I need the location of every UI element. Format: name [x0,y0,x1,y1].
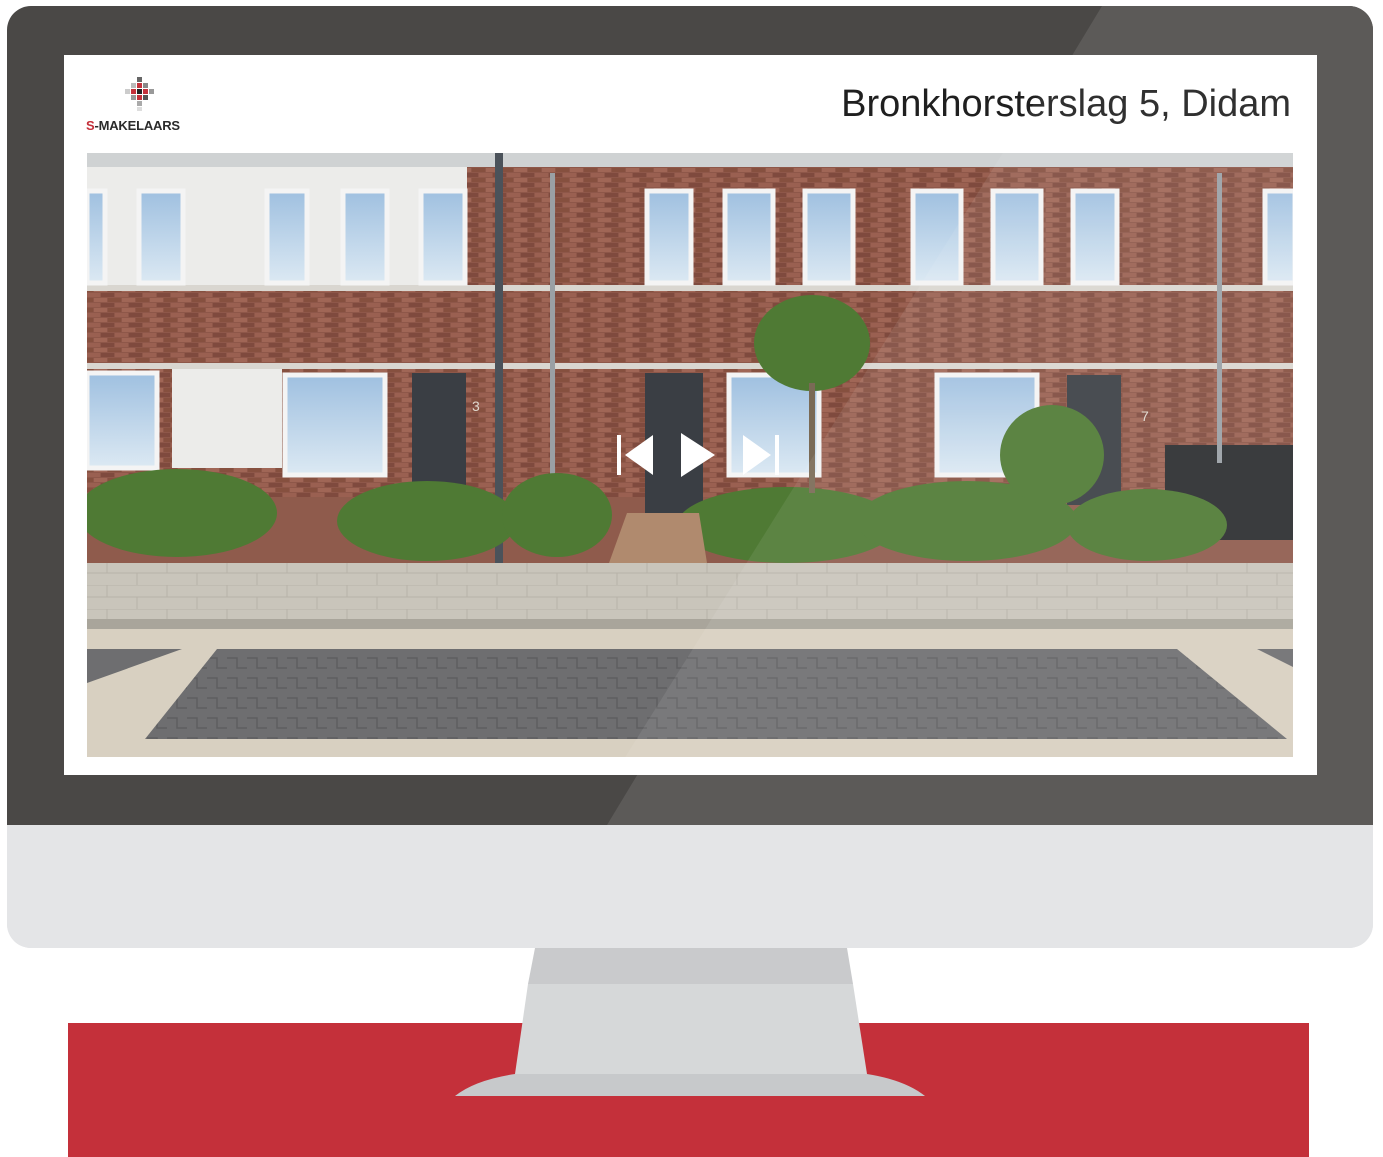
monitor-chin [7,825,1373,948]
monitor-stand [455,948,925,1096]
monitor-bezel: S-MAKELAARS Bronkhorsterslag 5, Didam 3 … [7,6,1373,825]
play-icon[interactable] [673,431,719,479]
logo-wordmark: S-MAKELAARS [86,118,180,133]
slideshow-controls [613,431,783,479]
monitor-frame: S-MAKELAARS Bronkhorsterslag 5, Didam 3 … [7,6,1373,948]
company-logo[interactable]: S-MAKELAARS [86,77,196,137]
svg-text:3: 3 [472,398,480,414]
house-photo: 3 7 [87,153,1293,757]
logo-mark-icon [125,77,154,111]
svg-text:7: 7 [1141,408,1149,424]
skip-back-icon[interactable] [613,431,659,479]
screen: S-MAKELAARS Bronkhorsterslag 5, Didam 3 … [64,55,1317,775]
skip-forward-icon[interactable] [737,431,783,479]
listing-address: Bronkhorsterslag 5, Didam [841,83,1291,125]
